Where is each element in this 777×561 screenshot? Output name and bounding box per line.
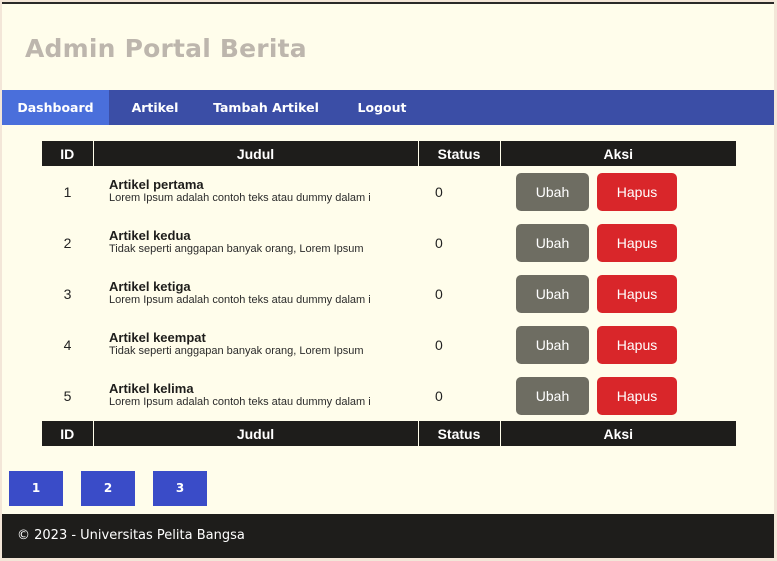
cell-id: 5 <box>63 387 72 404</box>
cell-status: 0 <box>435 336 443 353</box>
article-excerpt: Lorem Ipsum adalah contoh teks atau dumm… <box>109 396 371 408</box>
delete-button[interactable]: Hapus <box>597 325 677 364</box>
cell-aksi: Ubah Hapus <box>500 217 736 268</box>
articles-table: ID Judul Status Aksi 1 Artikel pertama L… <box>42 141 736 446</box>
edit-button[interactable]: Ubah <box>516 325 589 364</box>
article-title: Artikel ketiga <box>109 279 191 294</box>
article-excerpt: Lorem Ipsum adalah contoh teks atau dumm… <box>109 294 371 306</box>
nav-item-logout[interactable]: Logout <box>331 90 433 125</box>
footer-header-id: ID <box>42 421 94 446</box>
article-excerpt: Tidak seperti anggapan banyak orang, Lor… <box>109 243 364 255</box>
nav-item-artikel[interactable]: Artikel <box>109 90 201 125</box>
cell-id: 4 <box>63 336 72 353</box>
cell-aksi: Ubah Hapus <box>500 268 736 319</box>
cell-aksi: Ubah Hapus <box>500 319 736 370</box>
table-row: 2 Artikel kedua Tidak seperti anggapan b… <box>42 217 736 268</box>
footer-text: © 2023 - Universitas Pelita Bangsa <box>17 528 245 543</box>
nav-item-tambah-artikel[interactable]: Tambah Artikel <box>201 90 331 125</box>
cell-id: 2 <box>63 234 72 251</box>
cell-judul: Artikel ketiga Lorem Ipsum adalah contoh… <box>93 268 418 319</box>
article-excerpt: Lorem Ipsum adalah contoh teks atau dumm… <box>109 192 371 204</box>
cell-id: 1 <box>63 183 72 200</box>
footer-header-aksi: Aksi <box>500 421 736 446</box>
header-aksi: Aksi <box>500 141 736 166</box>
footer: © 2023 - Universitas Pelita Bangsa <box>2 514 774 558</box>
page: Admin Portal Berita Dashboard Artikel Ta… <box>2 2 774 558</box>
main-nav: Dashboard Artikel Tambah Artikel Logout <box>2 90 774 125</box>
article-excerpt: Tidak seperti anggapan banyak orang, Lor… <box>109 345 364 357</box>
article-title: Artikel keempat <box>109 330 206 345</box>
delete-button[interactable]: Hapus <box>597 376 677 415</box>
delete-button[interactable]: Hapus <box>597 223 677 262</box>
header: Admin Portal Berita <box>2 4 774 90</box>
table-row: 3 Artikel ketiga Lorem Ipsum adalah cont… <box>42 268 736 319</box>
page-button-2[interactable]: 2 <box>81 471 135 506</box>
article-title: Artikel pertama <box>109 177 204 192</box>
nav-item-dashboard[interactable]: Dashboard <box>2 90 109 125</box>
table-row: 1 Artikel pertama Lorem Ipsum adalah con… <box>42 166 736 217</box>
delete-button[interactable]: Hapus <box>597 274 677 313</box>
cell-status: 0 <box>435 285 443 302</box>
table-header-row: ID Judul Status Aksi <box>42 141 736 166</box>
article-title: Artikel kedua <box>109 228 191 243</box>
table-row: 5 Artikel kelima Lorem Ipsum adalah cont… <box>42 370 736 421</box>
table-footer-row: ID Judul Status Aksi <box>42 421 736 446</box>
table-row: 4 Artikel keempat Tidak seperti anggapan… <box>42 319 736 370</box>
page-button-1[interactable]: 1 <box>9 471 63 506</box>
delete-button[interactable]: Hapus <box>597 172 677 211</box>
edit-button[interactable]: Ubah <box>516 274 589 313</box>
cell-aksi: Ubah Hapus <box>500 166 736 217</box>
cell-judul: Artikel pertama Lorem Ipsum adalah conto… <box>93 166 418 217</box>
cell-judul: Artikel kedua Tidak seperti anggapan ban… <box>93 217 418 268</box>
header-id: ID <box>42 141 94 166</box>
footer-header-status: Status <box>418 421 501 446</box>
edit-button[interactable]: Ubah <box>516 172 589 211</box>
edit-button[interactable]: Ubah <box>516 223 589 262</box>
article-title: Artikel kelima <box>109 381 194 396</box>
site-title: Admin Portal Berita <box>25 34 307 63</box>
cell-judul: Artikel kelima Lorem Ipsum adalah contoh… <box>93 370 418 421</box>
cell-judul: Artikel keempat Tidak seperti anggapan b… <box>93 319 418 370</box>
edit-button[interactable]: Ubah <box>516 376 589 415</box>
header-status: Status <box>418 141 501 166</box>
pagination: 1 2 3 <box>9 471 225 506</box>
cell-id: 3 <box>63 285 72 302</box>
cell-status: 0 <box>435 234 443 251</box>
page-button-3[interactable]: 3 <box>153 471 207 506</box>
header-judul: Judul <box>93 141 419 166</box>
cell-status: 0 <box>435 387 443 404</box>
footer-header-judul: Judul <box>93 421 419 446</box>
cell-aksi: Ubah Hapus <box>500 370 736 421</box>
cell-status: 0 <box>435 183 443 200</box>
content: ID Judul Status Aksi 1 Artikel pertama L… <box>2 125 774 446</box>
